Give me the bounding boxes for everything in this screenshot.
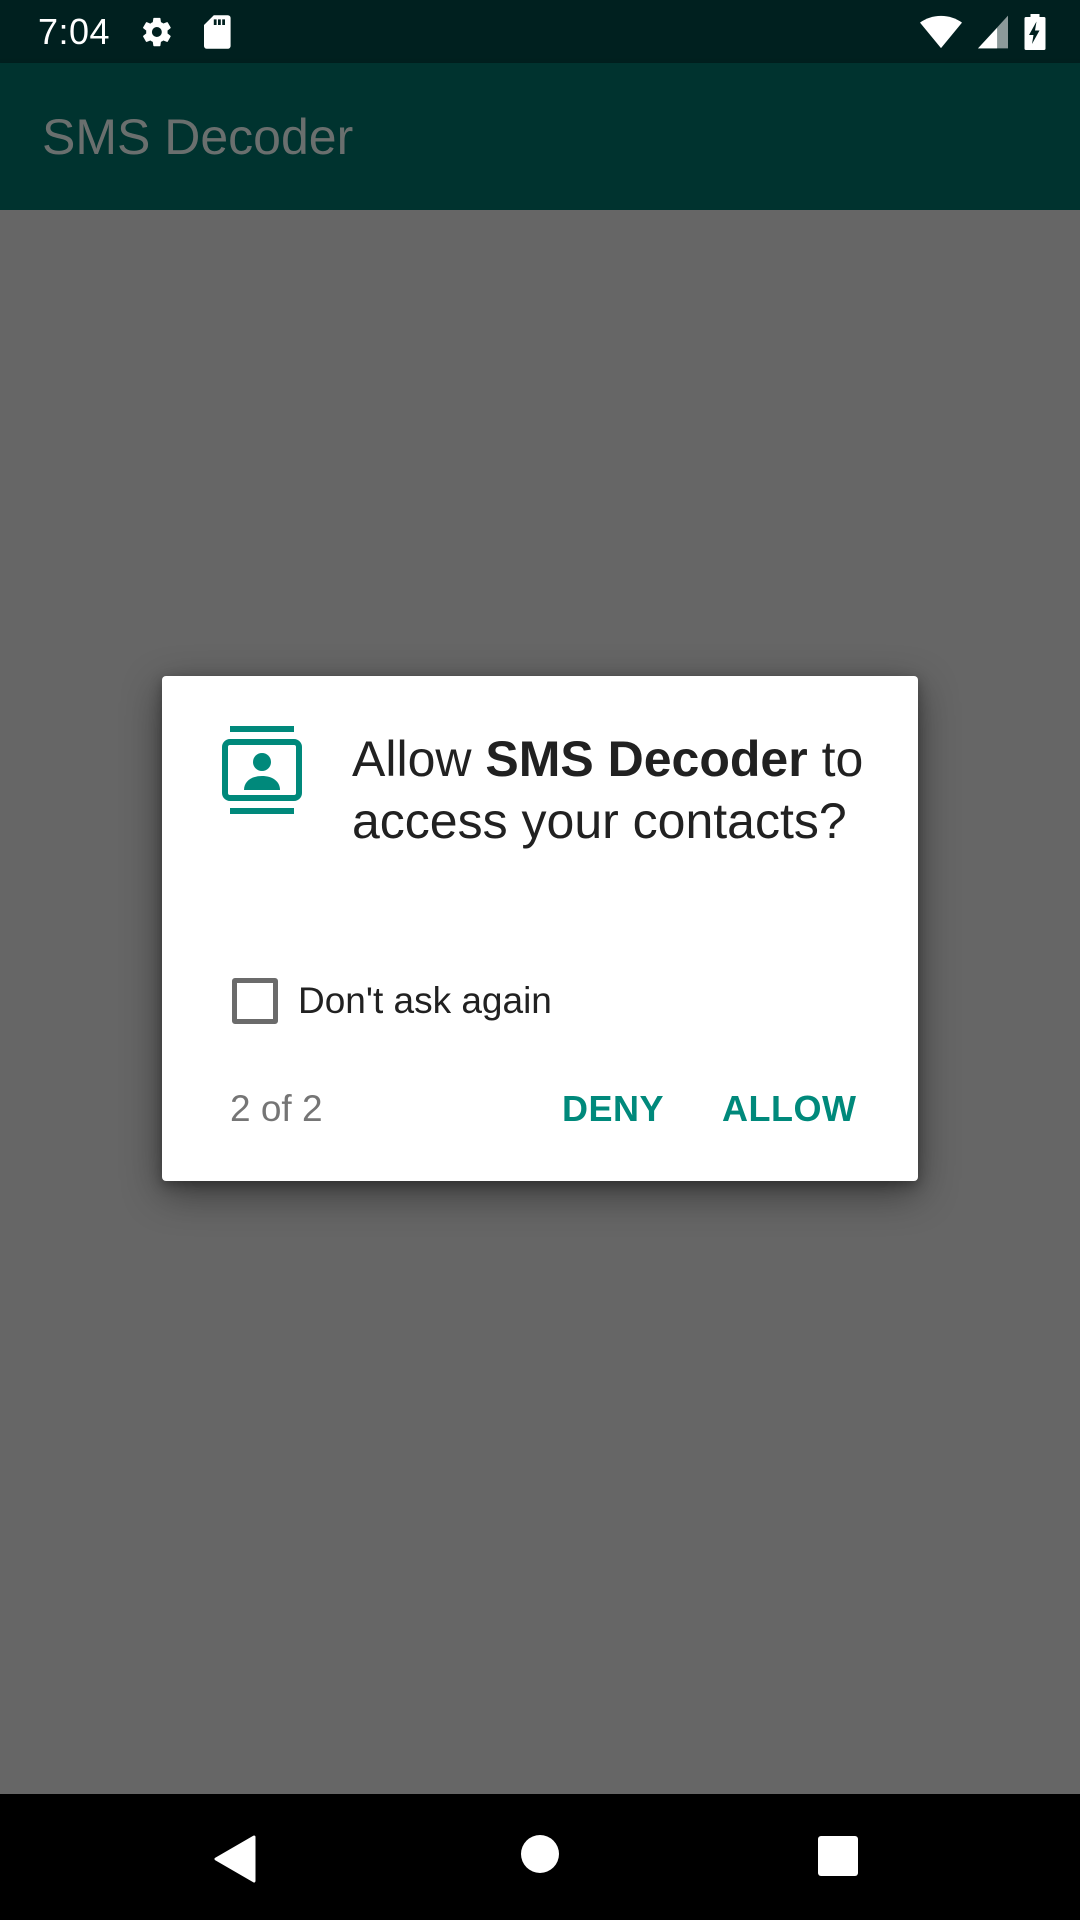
cell-signal-icon: [978, 15, 1008, 49]
app-title: SMS Decoder: [42, 108, 354, 165]
status-time: 7:04: [38, 10, 111, 52]
deny-button[interactable]: DENY: [552, 1082, 674, 1136]
allow-button[interactable]: ALLOW: [712, 1082, 866, 1136]
dont-ask-again-checkbox[interactable]: [232, 978, 278, 1024]
gear-icon: [140, 15, 174, 49]
dialog-message: Allow SMS Decoder to access your contact…: [352, 728, 872, 852]
status-right: [920, 13, 1046, 50]
wifi-icon: [920, 15, 962, 49]
dont-ask-again-row[interactable]: Don't ask again: [232, 978, 552, 1024]
recents-icon[interactable]: [818, 1836, 858, 1881]
home-icon[interactable]: [520, 1834, 560, 1879]
status-left: 7:04: [38, 11, 232, 53]
sd-card-icon: [204, 14, 232, 49]
contacts-icon: [222, 726, 302, 814]
dont-ask-again-label[interactable]: Don't ask again: [298, 980, 552, 1022]
app-bar: SMS Decoder: [0, 63, 1080, 210]
screen: 7:04 SMS Decoder Allow SMS Decoder to ac…: [0, 0, 1080, 1920]
back-icon[interactable]: [214, 1835, 256, 1888]
battery-charging-icon: [1024, 13, 1046, 50]
permission-dialog: Allow SMS Decoder to access your contact…: [162, 676, 918, 1181]
message-prefix: Allow: [352, 731, 486, 787]
nav-bar: [0, 1794, 1080, 1920]
status-bar: 7:04: [0, 0, 1080, 63]
message-app-name: SMS Decoder: [485, 731, 808, 787]
page-counter: 2 of 2: [230, 1088, 323, 1129]
